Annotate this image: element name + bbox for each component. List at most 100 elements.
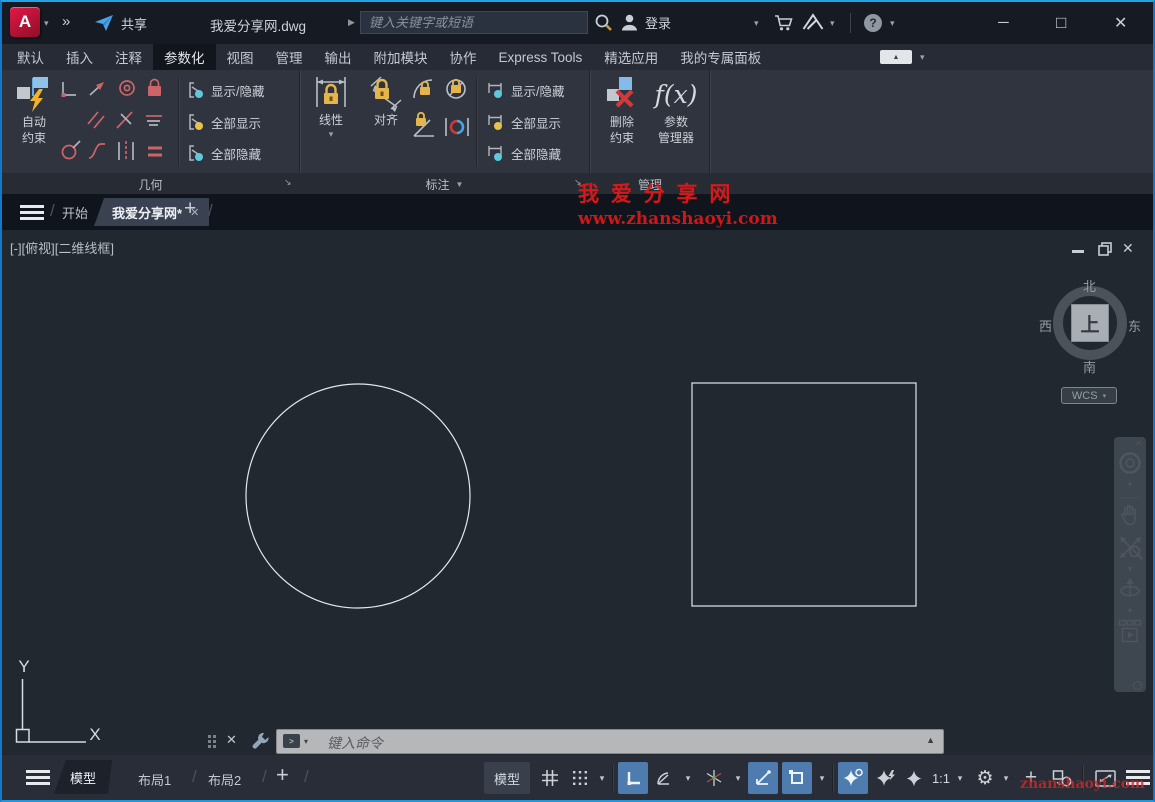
dimension-small-buttons[interactable]	[412, 78, 472, 140]
ribbon-tab-default[interactable]: 默认	[6, 44, 55, 70]
viewcube-south-label[interactable]: 南	[1083, 357, 1096, 376]
drawn-circle[interactable]	[246, 384, 470, 608]
manage-panel-title[interactable]: 管理	[590, 176, 710, 193]
object-snap-tracking-toggle[interactable]	[748, 762, 778, 794]
sign-in-button[interactable]: 登录	[620, 13, 671, 32]
workspace-gear-icon[interactable]: ⚙	[972, 762, 998, 794]
viewcube-west-label[interactable]: 西	[1039, 316, 1052, 335]
store-cart-icon[interactable]	[774, 13, 793, 32]
window-close-button[interactable]: ✕	[1114, 13, 1127, 33]
ribbon-minimize-button[interactable]: ▲	[880, 50, 912, 64]
ribbon-tab-collaborate[interactable]: 协作	[439, 44, 488, 70]
ribbon-tab-output[interactable]: 输出	[314, 44, 363, 70]
dim-show-all-button[interactable]: 全部显示	[486, 112, 561, 132]
annotation-visibility-toggle[interactable]	[838, 762, 868, 794]
geo-show-hide-button[interactable]: 显示/隐藏	[186, 80, 264, 100]
snap-caret-icon[interactable]: ▾	[596, 762, 608, 794]
dim-hide-all-button[interactable]: 全部隐藏	[486, 143, 561, 163]
layout1-tab[interactable]: 布局1	[138, 770, 171, 789]
search-input[interactable]	[360, 11, 588, 34]
annotation-scale-caret-icon[interactable]: ▾	[954, 762, 966, 794]
annotation-monitor-button[interactable]: +	[1018, 762, 1044, 794]
command-input[interactable]	[325, 731, 869, 754]
ribbon-tab-view[interactable]: 视图	[216, 44, 265, 70]
ribbon-tab-featured-apps[interactable]: 精选应用	[593, 44, 669, 70]
orbit-caret-icon[interactable]: ▾	[1114, 607, 1146, 615]
window-minimize-button[interactable]: ─	[998, 14, 1009, 31]
wcs-button[interactable]: WCS ▾	[1061, 387, 1117, 404]
ribbon-tab-manage[interactable]: 管理	[265, 44, 314, 70]
object-snap-toggle[interactable]	[782, 762, 812, 794]
constraint-buttons-grid[interactable]	[58, 78, 176, 166]
ribbon-tab-parametric[interactable]: 参数化	[153, 44, 216, 70]
command-input-bar[interactable]: > ▾ ▲	[276, 729, 944, 754]
doc-restore-button[interactable]	[1098, 242, 1112, 256]
clean-screen-button[interactable]	[1090, 762, 1120, 794]
autodesk-caret-icon[interactable]: ▾	[830, 19, 835, 28]
ribbon-tab-express-tools[interactable]: Express Tools	[488, 44, 594, 70]
dim-show-hide-button[interactable]: 显示/隐藏	[486, 80, 564, 100]
ribbon-tab-insert[interactable]: 插入	[55, 44, 104, 70]
viewcube-top-face[interactable]: 上	[1071, 304, 1109, 342]
grid-display-toggle[interactable]	[536, 762, 564, 794]
search-icon[interactable]	[594, 13, 614, 33]
ribbon-tab-my-panel[interactable]: 我的专属面板	[669, 44, 772, 70]
share-button[interactable]: 共享	[94, 13, 147, 33]
geo-hide-all-button[interactable]: 全部隐藏	[186, 143, 261, 163]
ribbon-minimize-menu-caret-icon[interactable]: ▾	[920, 53, 925, 62]
command-prompt-icon[interactable]: >	[283, 734, 300, 748]
ortho-mode-toggle[interactable]	[618, 762, 648, 794]
sign-in-caret-icon[interactable]: ▾	[754, 19, 759, 28]
polar-tracking-toggle[interactable]	[652, 762, 678, 794]
navigation-wheel-icon[interactable]	[1118, 451, 1142, 475]
workspace-caret-icon[interactable]: ▾	[1000, 762, 1012, 794]
layout2-tab[interactable]: 布局2	[208, 770, 241, 789]
annotation-scale-icon-button[interactable]	[902, 762, 926, 794]
snap-mode-toggle[interactable]	[568, 762, 592, 794]
ribbon-tab-annotate[interactable]: 注释	[104, 44, 153, 70]
dimensional-panel-title-row[interactable]: 标注 ▼	[300, 176, 589, 193]
pan-hand-icon[interactable]	[1119, 503, 1141, 527]
geometric-launcher-icon[interactable]: ↘	[284, 177, 292, 188]
navigation-wheel-caret-icon[interactable]: ▾	[1114, 481, 1146, 489]
new-layout-button[interactable]: +	[276, 762, 289, 788]
application-menu-icon[interactable]	[20, 205, 44, 220]
navbar-close-icon[interactable]: ✕	[1135, 439, 1142, 448]
model-space-button[interactable]: 模型	[484, 762, 530, 794]
parameters-manager-button[interactable]: f(x) 参数 管理器	[648, 74, 704, 146]
drawn-rectangle[interactable]	[692, 383, 916, 606]
app-menu-caret-icon[interactable]: ▾	[44, 19, 49, 28]
geometric-panel-title[interactable]: 几何	[2, 176, 299, 193]
viewcube-north-label[interactable]: 北	[1083, 276, 1096, 295]
orbit-icon[interactable]	[1119, 577, 1141, 601]
isolate-objects-button[interactable]	[1048, 762, 1076, 794]
ribbon-tab-addins[interactable]: 附加模块	[363, 44, 439, 70]
showmotion-icon[interactable]	[1118, 619, 1142, 647]
command-close-icon[interactable]: ✕	[226, 732, 237, 748]
help-caret-icon[interactable]: ▾	[890, 19, 895, 28]
annotation-scale-value[interactable]: 1:1	[928, 762, 954, 794]
doc-close-button[interactable]: ✕	[1122, 240, 1134, 257]
help-button[interactable]: ?	[864, 14, 882, 32]
navbar-customize-icon[interactable]	[1133, 681, 1142, 690]
zoom-extents-icon[interactable]	[1118, 535, 1143, 560]
geo-show-all-button[interactable]: 全部显示	[186, 112, 261, 132]
start-tab[interactable]: 开始	[62, 203, 88, 222]
isometric-drafting-toggle[interactable]	[700, 762, 728, 794]
ucs-icon[interactable]: Y X	[17, 657, 101, 744]
auto-constrain-button[interactable]: 自动 约束	[8, 74, 60, 146]
polar-caret-icon[interactable]: ▾	[682, 762, 694, 794]
command-history-caret-icon[interactable]: ▾	[304, 737, 308, 746]
quick-access-expand-icon[interactable]: »	[62, 13, 70, 30]
autodesk-logo-icon[interactable]	[802, 13, 824, 31]
annotation-autoscale-toggle[interactable]	[872, 762, 900, 794]
viewport-controls[interactable]: [-][俯视][二维线框]	[10, 238, 114, 257]
model-layout-tab[interactable]: 模型	[54, 760, 112, 794]
isometric-caret-icon[interactable]: ▾	[732, 762, 744, 794]
aligned-dimension-button[interactable]: 对齐	[362, 74, 410, 128]
osnap-caret-icon[interactable]: ▾	[816, 762, 828, 794]
customization-menu-icon[interactable]	[1126, 770, 1150, 785]
zoom-caret-icon[interactable]: ▾	[1114, 565, 1146, 573]
app-logo-button[interactable]: A	[10, 7, 40, 37]
command-customize-wrench-icon[interactable]	[250, 731, 271, 752]
